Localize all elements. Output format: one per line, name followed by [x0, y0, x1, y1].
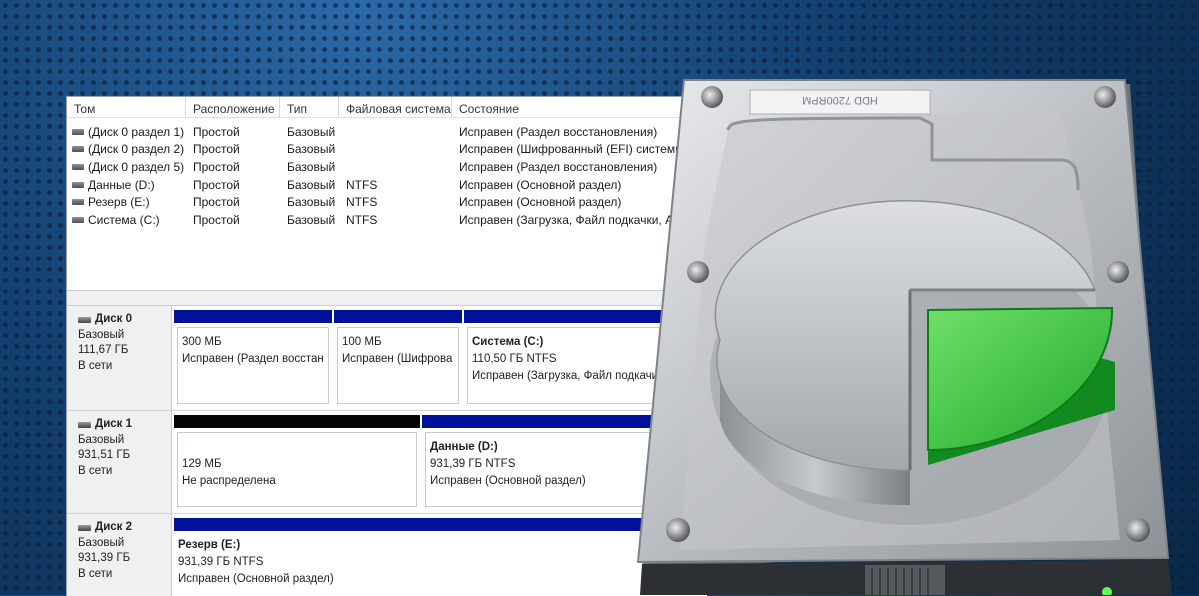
- partition-bar: [174, 310, 332, 323]
- volume-type: Базовый: [287, 159, 336, 174]
- volume-name-cell: Система (C:): [67, 213, 186, 227]
- volume-row[interactable]: (Диск 0 раздел 5) Простой Базовый Исправ…: [67, 158, 707, 176]
- volume-name: (Диск 0 раздел 5): [88, 159, 185, 174]
- screw-icon: [666, 518, 690, 542]
- partition-body: 300 МБ Исправен (Раздел восстан: [177, 327, 329, 404]
- partition[interactable]: 100 МБ Исправен (Шифрова: [334, 310, 462, 406]
- partition-bar: [174, 415, 420, 428]
- volume-layout: Простой: [193, 177, 240, 192]
- hard-drive-pie-chart-icon: HDD 7200RPM: [636, 79, 1172, 595]
- volume-layout: Простой: [193, 212, 240, 227]
- column-header-layout[interactable]: Расположение: [186, 97, 280, 117]
- disk-row: Диск 1 Базовый 931,51 ГБ В сети 129 МБ Н…: [67, 411, 707, 514]
- pane-splitter[interactable]: [67, 291, 707, 306]
- partition-status: Не распределена: [182, 475, 276, 487]
- disk-kind: Базовый: [78, 536, 125, 549]
- volume-name-cell: (Диск 0 раздел 5): [67, 160, 186, 174]
- disk-kind: Базовый: [78, 328, 125, 341]
- partition[interactable]: 129 МБ Не распределена: [174, 415, 420, 509]
- disk-label[interactable]: Диск 2 Базовый 931,39 ГБ В сети: [67, 514, 172, 596]
- disk-title-line: Диск 0: [78, 312, 171, 328]
- volume-layout: Простой: [193, 124, 240, 139]
- volume-name: Резерв (E:): [88, 195, 150, 210]
- disk-row: Диск 2 Базовый 931,39 ГБ В сети Резерв (…: [67, 514, 707, 596]
- volume-list: (Диск 0 раздел 1) Простой Базовый Исправ…: [67, 118, 707, 291]
- volume-name-cell: Резерв (E:): [67, 195, 186, 209]
- volume-name-cell: (Диск 0 раздел 1): [67, 125, 186, 139]
- disk-title: Диск 1: [95, 418, 133, 430]
- volume-icon: [72, 163, 84, 170]
- partition-size: 100 МБ: [342, 336, 382, 348]
- volume-row[interactable]: Резерв (E:) Простой Базовый NTFS Исправе…: [67, 193, 707, 211]
- volume-name: (Диск 0 раздел 2): [88, 142, 185, 157]
- disk-size: 931,51 ГБ: [78, 449, 131, 461]
- column-header-volume[interactable]: Том: [67, 97, 186, 117]
- screw-icon: [1094, 86, 1116, 108]
- partition[interactable]: 300 МБ Исправен (Раздел восстан: [174, 310, 332, 406]
- volume-type: Базовый: [287, 195, 336, 210]
- disk-size: 111,67 ГБ: [78, 344, 129, 356]
- disk-title: Диск 0: [95, 313, 133, 325]
- volume-type: Базовый: [287, 124, 336, 139]
- disk-state: В сети: [78, 464, 113, 477]
- volume-layout: Простой: [193, 142, 240, 157]
- disk-title-line: Диск 2: [78, 520, 171, 536]
- disk-state: В сети: [78, 567, 113, 580]
- disk-state: В сети: [78, 359, 113, 372]
- screw-icon: [1126, 518, 1150, 542]
- screw-icon: [701, 86, 723, 108]
- volume-list-header: Том Расположение Тип Файловая система Со…: [67, 97, 707, 118]
- volume-name: (Диск 0 раздел 1): [88, 124, 185, 139]
- column-header-filesystem[interactable]: Файловая система: [339, 97, 452, 117]
- disk-title: Диск 2: [95, 521, 133, 533]
- volume-name: Система (C:): [88, 212, 160, 227]
- disk-icon: [78, 421, 91, 428]
- volume-icon: [72, 181, 84, 188]
- volume-row[interactable]: Система (C:) Простой Базовый NTFS Исправ…: [67, 211, 707, 229]
- partition-body: 129 МБ Не распределена: [177, 432, 417, 507]
- volume-layout: Простой: [193, 159, 240, 174]
- column-header-type[interactable]: Тип: [280, 97, 339, 117]
- disk-title-line: Диск 1: [78, 417, 171, 433]
- disk-icon: [78, 316, 91, 323]
- disk-label[interactable]: Диск 1 Базовый 931,51 ГБ В сети: [67, 411, 172, 513]
- partition-bar: [334, 310, 462, 323]
- disk-kind: Базовый: [78, 433, 125, 446]
- disk-size: 931,39 ГБ: [78, 552, 131, 564]
- volume-row[interactable]: (Диск 0 раздел 2) Простой Базовый Исправ…: [67, 141, 707, 159]
- partition-body: 100 МБ Исправен (Шифрова: [337, 327, 459, 404]
- volume-layout: Простой: [193, 195, 240, 210]
- volume-type: Базовый: [287, 212, 336, 227]
- volume-row[interactable]: Данные (D:) Простой Базовый NTFS Исправе…: [67, 176, 707, 194]
- volume-icon: [72, 128, 84, 135]
- volume-type: Базовый: [287, 177, 336, 192]
- partition-status: Исправен (Шифрова: [342, 353, 453, 365]
- disk-icon: [78, 524, 91, 531]
- disk-label[interactable]: Диск 0 Базовый 111,67 ГБ В сети: [67, 306, 172, 410]
- volume-icon: [72, 199, 84, 206]
- drive-label-text: HDD 7200RPM: [802, 94, 878, 106]
- disk-management-window: Том Расположение Тип Файловая система Со…: [66, 96, 707, 596]
- screw-icon: [1107, 261, 1129, 283]
- screw-icon: [687, 261, 709, 283]
- volume-icon: [72, 146, 84, 153]
- partition-size: 129 МБ: [182, 458, 222, 470]
- volume-filesystem: NTFS: [346, 212, 378, 227]
- volume-icon: [72, 216, 84, 223]
- volume-type: Базовый: [287, 142, 336, 157]
- volume-filesystem: NTFS: [346, 177, 378, 192]
- volume-name-cell: Данные (D:): [67, 178, 186, 192]
- volume-filesystem: NTFS: [346, 195, 378, 210]
- volume-name: Данные (D:): [88, 177, 155, 192]
- volume-row[interactable]: (Диск 0 раздел 1) Простой Базовый Исправ…: [67, 123, 707, 141]
- volume-name-cell: (Диск 0 раздел 2): [67, 142, 186, 156]
- disk-row: Диск 0 Базовый 111,67 ГБ В сети 300 МБ И…: [67, 306, 707, 411]
- partition-status: Исправен (Раздел восстан: [182, 353, 324, 365]
- partition-size: 300 МБ: [182, 336, 222, 348]
